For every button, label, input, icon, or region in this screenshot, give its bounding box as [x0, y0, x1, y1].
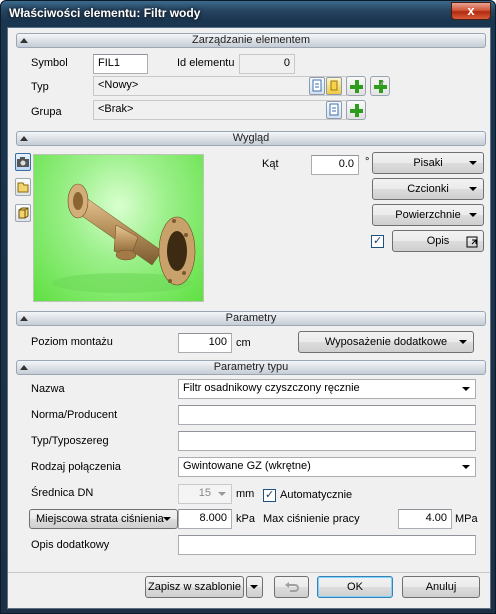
chevron-down-icon — [469, 213, 477, 217]
extra-description-input[interactable] — [178, 535, 476, 555]
dn-diameter-label: Średnica DN — [31, 487, 94, 499]
name-label: Nazwa — [31, 383, 65, 395]
chevron-down-icon — [250, 585, 258, 589]
description-button-label: Opis — [426, 235, 450, 247]
camera-view-icon[interactable] — [15, 153, 31, 171]
chevron-down-icon — [459, 340, 467, 344]
add-type-button[interactable] — [346, 76, 366, 96]
pressure-loss-unit: kPa — [236, 513, 255, 525]
name-select[interactable]: Filtr osadnikowy czyszczony ręcznie — [178, 379, 476, 399]
angle-unit: ° — [365, 156, 370, 168]
add-group-button[interactable] — [346, 100, 366, 120]
save-template-menu-button[interactable] — [246, 576, 263, 598]
mount-level-unit: cm — [236, 337, 251, 349]
automatic-checkbox[interactable] — [263, 488, 276, 502]
title-bar[interactable]: Właściwości elementu: Filtr wody x — [1, 1, 495, 25]
undo-icon — [284, 580, 300, 601]
close-button[interactable]: x — [451, 2, 491, 20]
fonts-button-label: Czcionki — [407, 183, 449, 195]
fonts-button[interactable]: Czcionki — [372, 178, 484, 200]
loss-type-dropdown[interactable]: Miejscowa strata ciśnienia — [29, 509, 178, 529]
connection-type-label: Rodzaj połączenia — [31, 461, 121, 473]
browse-group-icon[interactable] — [326, 101, 342, 119]
chevron-down-icon — [469, 161, 477, 165]
apply-type-button[interactable]: ✓ — [370, 76, 390, 96]
loss-type-value: Miejscowa strata ciśnienia — [36, 513, 164, 525]
max-pressure-label: Max ciśnienie pracy — [263, 513, 360, 525]
extra-equipment-button[interactable]: Wyposażenie dodatkowe — [298, 331, 474, 353]
section-header-appearance[interactable]: Wygląd — [16, 131, 486, 146]
automatic-label: Automatycznie — [280, 489, 353, 501]
cancel-button[interactable]: Anuluj — [402, 576, 480, 598]
max-pressure-unit: MPa — [455, 513, 478, 525]
ok-button[interactable]: OK — [317, 576, 393, 598]
checkmark-icon: ✓ — [375, 78, 387, 94]
surfaces-button-label: Powierzchnie — [395, 209, 461, 221]
undo-button[interactable] — [274, 576, 309, 598]
chevron-down-icon — [462, 387, 470, 391]
connection-type-value: Gwintowane GZ (wkrętne) — [183, 460, 311, 472]
connection-type-select[interactable]: Gwintowane GZ (wkrętne) — [178, 457, 476, 477]
norm-producer-input[interactable] — [178, 405, 476, 425]
section-title: Parametry typu — [213, 361, 289, 373]
pens-button[interactable]: Pisaki — [372, 152, 484, 174]
symbol-label: Symbol — [31, 57, 68, 69]
section-header-type-parameters[interactable]: Parametry typu — [16, 360, 486, 375]
type-library-icon[interactable] — [326, 77, 342, 95]
dn-unit: mm — [236, 488, 255, 500]
window-title: Właściwości elementu: Filtr wody — [9, 6, 201, 20]
pens-button-label: Pisaki — [413, 157, 443, 169]
chevron-down-icon — [469, 187, 477, 191]
element-id-field: 0 — [239, 54, 295, 74]
browse-type-icon[interactable] — [309, 77, 325, 95]
save-template-button[interactable]: Zapisz w szablonie — [145, 576, 244, 598]
pressure-loss-input[interactable]: 8.000 — [178, 509, 232, 529]
dialog-window: Właściwości elementu: Filtr wody x Zarzą… — [0, 0, 496, 614]
dn-diameter-select: 15 — [178, 484, 232, 504]
element-id-label: Id elementu — [177, 57, 235, 69]
symbol-input[interactable]: FIL1 — [93, 54, 148, 74]
chevron-down-icon — [163, 517, 171, 521]
element-preview-image — [33, 154, 204, 302]
group-label: Grupa — [31, 106, 62, 118]
mount-level-input[interactable]: 100 — [178, 333, 232, 353]
extra-equipment-label: Wyposażenie dodatkowe — [324, 336, 448, 348]
chevron-down-icon — [462, 465, 470, 469]
section-title: Parametry — [225, 312, 277, 324]
chevron-down-icon — [218, 492, 226, 496]
norm-producer-label: Norma/Producent — [31, 409, 118, 421]
group-field: <Brak> — [93, 100, 347, 120]
extra-description-label: Opis dodatkowy — [31, 539, 110, 551]
open-dialog-icon — [466, 235, 478, 255]
surfaces-button[interactable]: Powierzchnie — [372, 204, 484, 226]
section-title: Wygląd — [232, 132, 270, 144]
mount-level-label: Poziom montażu — [31, 336, 113, 348]
flat-view-icon[interactable] — [15, 178, 31, 196]
type-label: Typ — [31, 81, 49, 93]
max-pressure-input[interactable]: 4.00 — [398, 509, 452, 529]
section-header-parameters[interactable]: Parametry — [16, 311, 486, 326]
description-checkbox[interactable] — [371, 234, 384, 248]
type-series-input[interactable] — [178, 431, 476, 451]
dn-diameter-value: 15 — [198, 487, 211, 499]
3d-view-icon[interactable] — [15, 204, 31, 222]
section-title: Zarządzanie elementem — [191, 34, 310, 46]
angle-input[interactable]: 0.0 — [311, 155, 359, 175]
dialog-client: Zarządzanie elementem Symbol FIL1 Id ele… — [7, 27, 491, 609]
description-button[interactable]: Opis — [392, 230, 484, 252]
angle-label: Kąt — [262, 158, 279, 170]
type-series-label: Typ/Typoszereg — [31, 435, 109, 447]
section-header-management[interactable]: Zarządzanie elementem — [16, 33, 486, 48]
name-select-value: Filtr osadnikowy czyszczony ręcznie — [183, 382, 360, 394]
footer-divider — [8, 572, 490, 573]
